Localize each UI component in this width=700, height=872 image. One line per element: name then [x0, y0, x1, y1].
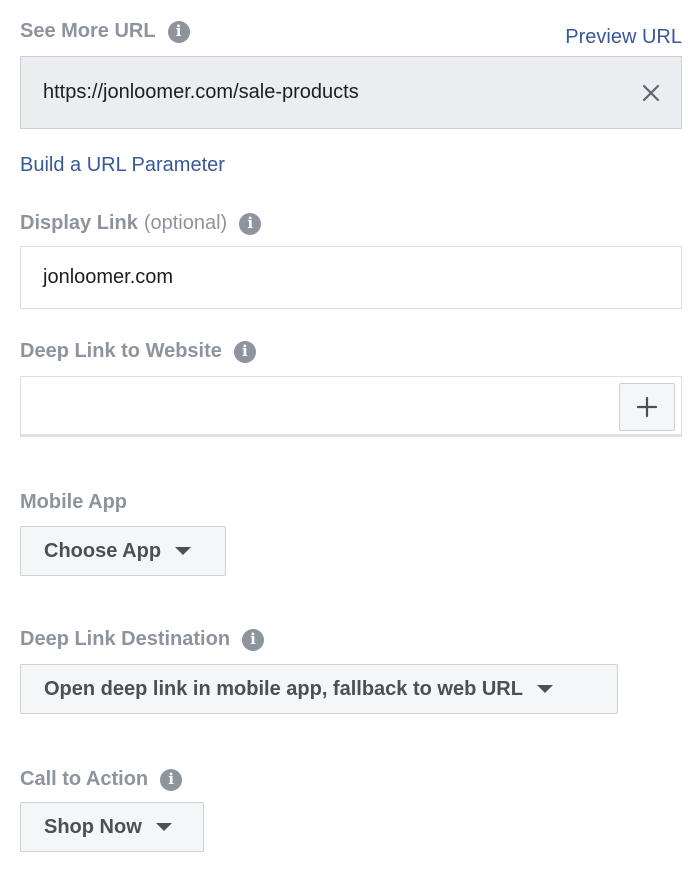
info-icon[interactable]: i: [233, 340, 256, 363]
plus-icon: [636, 396, 658, 418]
call-to-action-label: Call to Action i: [20, 768, 183, 791]
deep-link-destination-dropdown[interactable]: Open deep link in mobile app, fallback t…: [20, 664, 618, 714]
info-icon[interactable]: i: [242, 628, 265, 651]
deep-link-website-label: Deep Link to Website i: [20, 340, 256, 363]
preview-url-link[interactable]: Preview URL: [565, 26, 682, 49]
see-more-url-value: https://jonloomer.com/sale-products: [43, 81, 359, 103]
info-icon[interactable]: i: [167, 20, 190, 43]
chevron-down-icon: [155, 823, 172, 831]
build-url-parameter-link[interactable]: Build a URL Parameter: [20, 154, 225, 177]
deep-link-website-input[interactable]: [20, 376, 682, 437]
call-to-action-selected: Shop Now: [44, 815, 142, 838]
chevron-down-icon: [175, 547, 192, 555]
call-to-action-label-text: Call to Action: [20, 768, 149, 790]
info-icon[interactable]: i: [160, 768, 183, 791]
deep-link-destination-label: Deep Link Destination i: [20, 628, 265, 651]
display-link-input[interactable]: jonloomer.com: [20, 246, 682, 309]
mobile-app-label-text: Mobile App: [20, 491, 128, 513]
close-icon[interactable]: [621, 57, 681, 128]
display-link-label-text: Display Link: [20, 212, 138, 234]
display-link-label: Display Link (optional) i: [20, 212, 262, 235]
optional-tag: (optional): [143, 212, 228, 234]
mobile-app-label: Mobile App: [20, 491, 127, 514]
deep-link-website-label-text: Deep Link to Website: [20, 340, 222, 362]
call-to-action-dropdown[interactable]: Shop Now: [20, 802, 204, 852]
choose-app-label: Choose App: [44, 539, 162, 562]
choose-app-dropdown[interactable]: Choose App: [20, 526, 226, 576]
see-more-url-label-text: See More URL: [20, 20, 156, 42]
chevron-down-icon: [536, 685, 553, 693]
deep-link-destination-label-text: Deep Link Destination: [20, 628, 231, 650]
display-link-value: jonloomer.com: [43, 266, 174, 288]
add-deep-link-button[interactable]: [619, 383, 675, 431]
see-more-url-label: See More URL i: [20, 20, 190, 43]
see-more-url-field[interactable]: https://jonloomer.com/sale-products: [20, 56, 682, 129]
deep-link-destination-selected: Open deep link in mobile app, fallback t…: [44, 677, 523, 700]
info-icon[interactable]: i: [239, 212, 262, 235]
